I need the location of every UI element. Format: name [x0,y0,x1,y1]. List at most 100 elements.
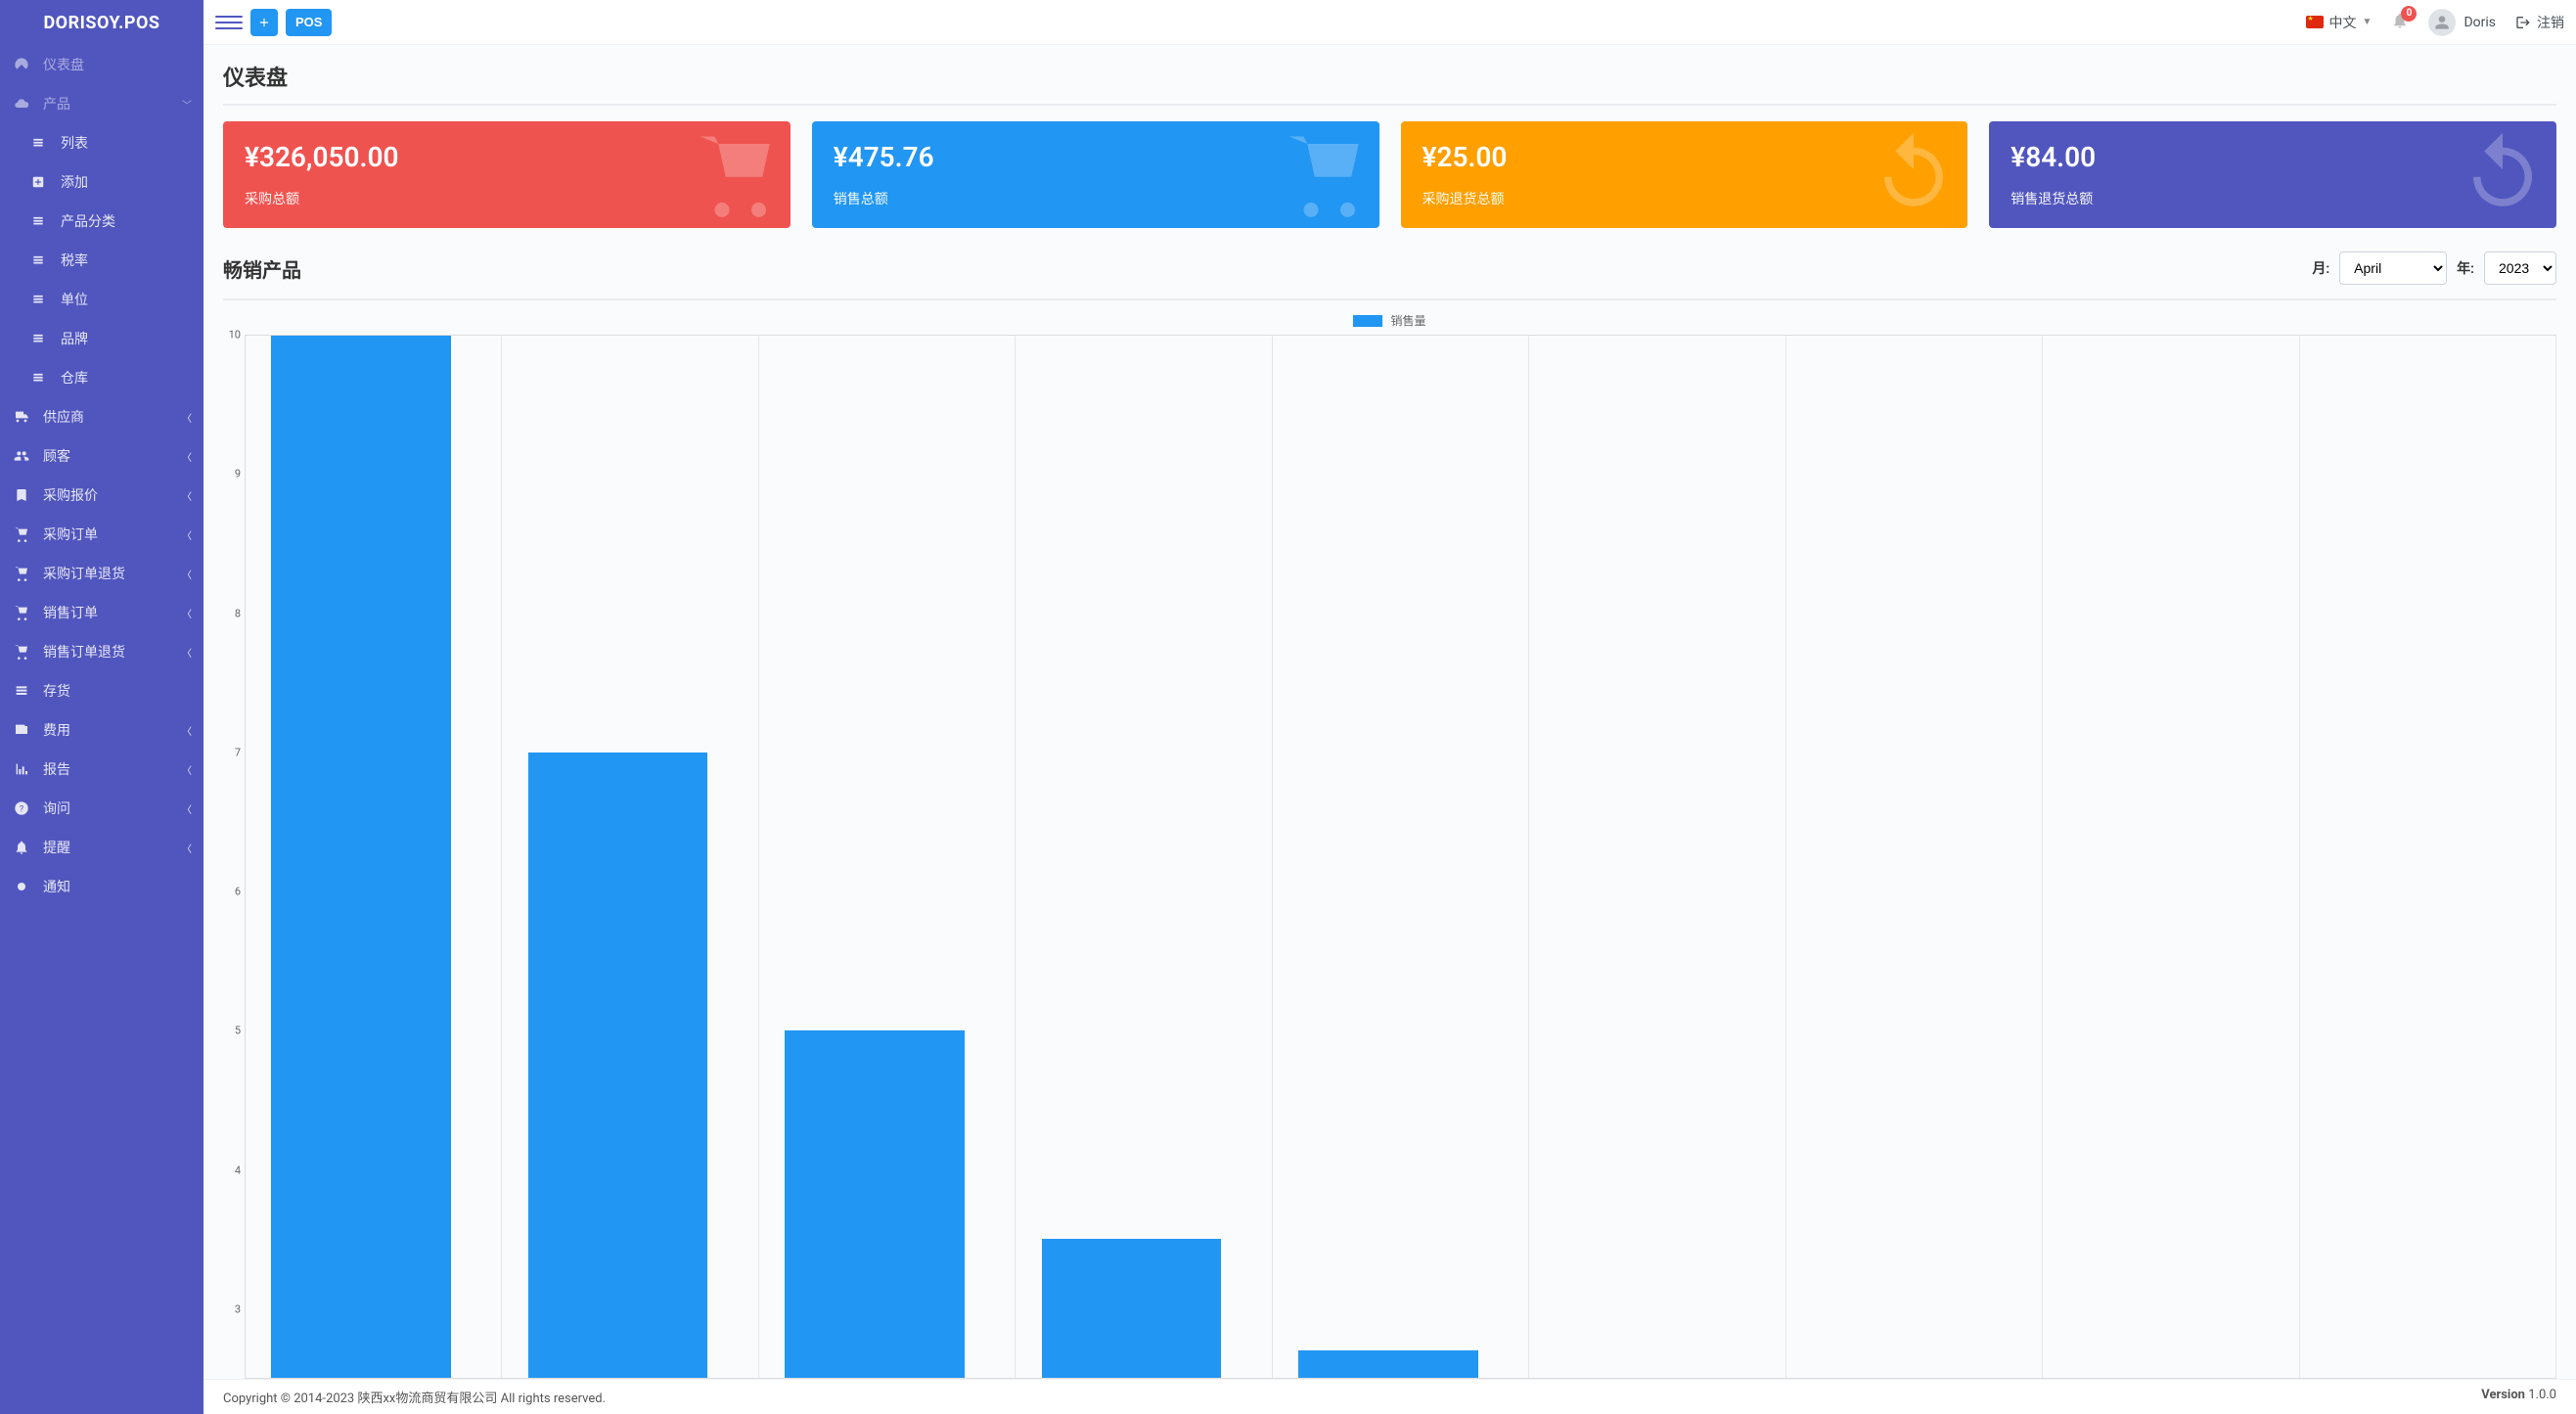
sidebar-item-产品[interactable]: 产品 ﹀ [0,84,203,123]
language-selector[interactable]: 中文 ▼ [2306,13,2373,32]
sidebar-item-label: 销售订单退货 [43,642,125,661]
sidebar-item-label: 通知 [43,877,70,896]
chart-bar[interactable] [1298,1350,1478,1378]
y-tick-label: 9 [235,468,241,480]
sidebar-item-仓库[interactable]: 仓库 [0,358,203,397]
sidebar-item-税率[interactable]: 税率 [0,241,203,280]
card-value: ¥84.00 [2011,141,2535,173]
chevron-left-icon: 〈 [182,449,192,464]
wallet-icon [14,722,35,738]
logout-label: 注销 [2537,13,2564,32]
sidebar-item-采购订单退货[interactable]: 采购订单退货〈 [0,554,203,593]
best-selling-chart: 销售量 109876543 [223,312,2556,1379]
list-icon [31,253,53,267]
sidebar-item-询问[interactable]: ? 询问 〈 [0,789,203,828]
sidebar-item-报告[interactable]: 报告〈 [0,750,203,789]
topbar: POS 中文 ▼ 0 Doris [203,0,2576,45]
card-value: ¥25.00 [1423,141,1947,173]
chart-bar-column [1786,336,2043,1378]
sidebar-item-顾客[interactable]: 顾客 〈 [0,436,203,476]
sidebar-item-label: 顾客 [43,446,70,466]
sidebar-item-仪表盘[interactable]: 仪表盘 [0,45,203,84]
chevron-left-icon: 〈 [182,645,192,660]
logout-button[interactable]: 注销 [2515,13,2564,32]
version-text: Version 1.0.0 [2481,1388,2556,1406]
sidebar-item-添加[interactable]: 添加 [0,162,203,202]
chart-bar-column [2043,336,2299,1378]
sidebar-item-采购报价[interactable]: 采购报价〈 [0,476,203,515]
pos-button[interactable]: POS [286,9,332,36]
list-icon [31,332,53,345]
y-tick-label: 6 [235,886,241,898]
month-select[interactable]: April [2339,251,2447,285]
y-tick-label: 4 [235,1163,241,1176]
card-label: 销售总额 [834,189,1358,208]
notification-count-badge: 0 [2401,6,2417,22]
chevron-left-icon: 〈 [182,488,192,503]
sidebar-item-采购订单[interactable]: 采购订单〈 [0,515,203,554]
chart-icon [14,761,35,777]
add-button[interactable] [250,9,278,36]
question-icon: ? [14,800,35,816]
user-menu[interactable]: Doris [2428,9,2496,36]
sidebar-item-产品分类[interactable]: 产品分类 [0,202,203,241]
list-icon [31,293,53,306]
sidebar-item-label: 提醒 [43,838,70,857]
sidebar-item-费用[interactable]: 费用〈 [0,710,203,750]
plus-box-icon [31,175,53,189]
sidebar-item-label: 产品 [43,94,70,114]
users-icon [14,448,35,464]
sidebar-item-label: 品牌 [61,329,88,348]
legend-label: 销售量 [1390,312,1425,329]
sidebar-item-单位[interactable]: 单位 [0,280,203,319]
sidebar-item-供应商[interactable]: 供应商〈 [0,397,203,436]
year-select[interactable]: 2023 [2484,251,2556,285]
language-label: 中文 [2329,13,2357,32]
sidebar-item-销售订单退货[interactable]: 销售订单退货 〈 [0,632,203,671]
list-icon [31,136,53,150]
dashboard-icon [14,57,35,72]
y-tick-label: 3 [235,1302,241,1315]
sidebar-toggle-button[interactable] [215,9,243,36]
summary-card-采购总额: ¥326,050.00 采购总额 [223,121,791,228]
chevron-down-icon: ﹀ [182,97,192,112]
month-filter-label: 月: [2312,258,2329,278]
sidebar-item-提醒[interactable]: 提醒 〈 [0,828,203,867]
bell-icon [14,840,35,855]
sidebar-item-label: 采购订单 [43,525,98,544]
chevron-left-icon: 〈 [182,801,192,816]
cart-icon [14,566,35,581]
sidebar-item-label: 添加 [61,172,88,192]
card-value: ¥326,050.00 [245,141,769,173]
chevron-left-icon: 〈 [182,410,192,425]
footer: Copyright © 2014-2023 陕西xx物流商贸有限公司 All r… [203,1379,2576,1414]
undo-icon [2459,129,2547,221]
chart-plot-area [245,335,2556,1379]
summary-card-销售总额: ¥475.76 销售总额 [812,121,1379,228]
notifications-button[interactable]: 0 [2391,12,2409,33]
cart-icon [1282,129,1370,221]
chart-bar[interactable] [1042,1239,1222,1378]
sidebar-item-label: 销售订单 [43,603,98,622]
y-tick-label: 8 [235,607,241,619]
chart-y-axis: 109876543 [223,335,245,1379]
sidebar-item-通知[interactable]: 通知 [0,867,203,906]
y-tick-label: 5 [235,1025,241,1037]
y-tick-label: 10 [229,329,241,342]
sidebar-item-label: 询问 [43,798,70,818]
chart-bar[interactable] [271,336,451,1378]
cart-icon [14,526,35,542]
brand-logo: DORISOY.POS [0,0,203,45]
list-icon [31,214,53,228]
sidebar-item-列表[interactable]: 列表 [0,123,203,162]
legend-swatch-icon [1353,315,1382,327]
sidebar-item-label: 费用 [43,720,70,740]
chart-bar[interactable] [528,753,708,1378]
sidebar-item-品牌[interactable]: 品牌 [0,319,203,358]
chart-bar[interactable] [785,1030,965,1378]
plus-icon [257,16,271,29]
sidebar-item-存货[interactable]: 存货 [0,671,203,710]
chart-bar-column [759,336,1016,1378]
chevron-left-icon: 〈 [182,841,192,855]
sidebar-item-销售订单[interactable]: 销售订单〈 [0,593,203,632]
